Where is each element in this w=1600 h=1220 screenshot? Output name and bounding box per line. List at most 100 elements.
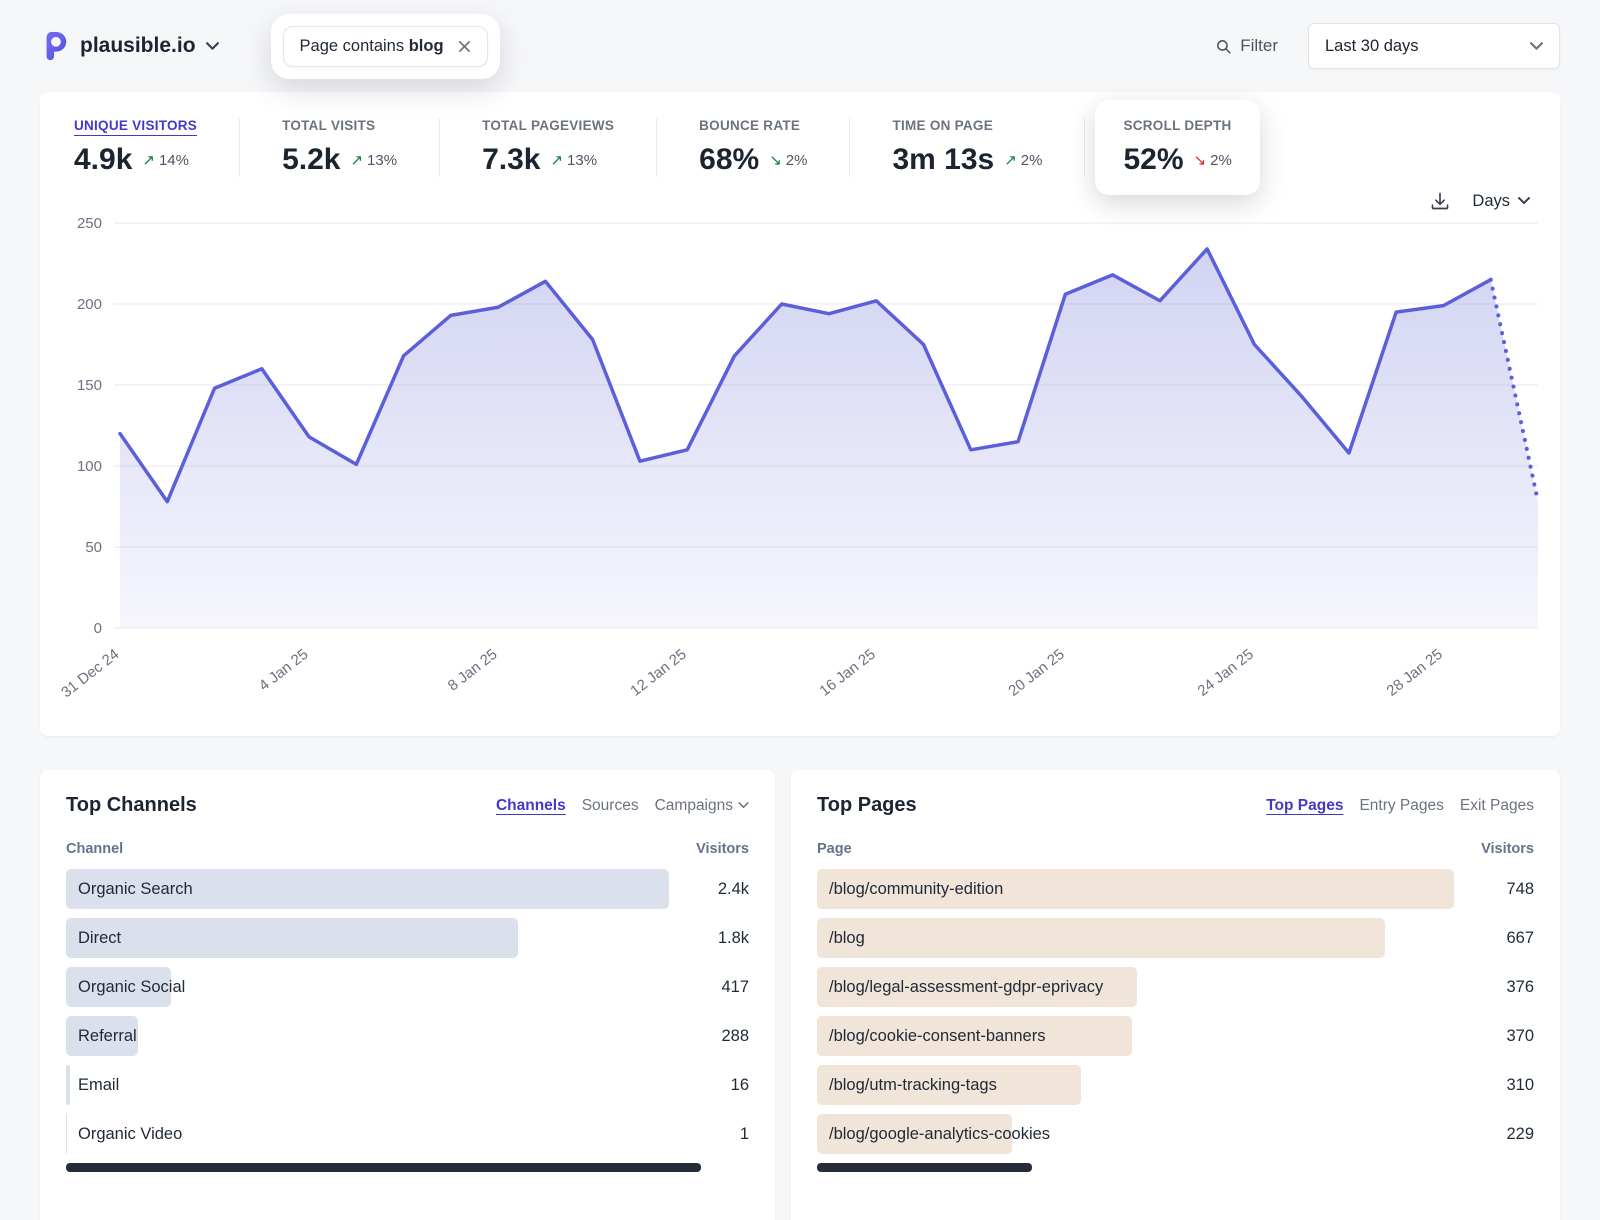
chevron-down-icon (206, 42, 219, 51)
arrow-up-icon: ↗ (142, 151, 155, 169)
metric-change: ↗13% (550, 151, 597, 169)
filter-button[interactable]: Filter (1215, 36, 1278, 56)
metric-label: TOTAL VISITS (282, 118, 397, 133)
row-visitors: 667 (1470, 929, 1534, 948)
row-label: /blog/cookie-consent-banners (817, 1027, 1045, 1046)
channels-list: Organic Search2.4k Direct1.8k Organic Soci… (66, 869, 749, 1154)
metric-total-visits[interactable]: TOTAL VISITS5.2k↗13% (239, 118, 439, 177)
row-visitors: 288 (685, 1027, 749, 1046)
metric-value: 7.3k (482, 143, 540, 177)
metric-change: ↗13% (350, 151, 397, 169)
row-label: Organic Search (66, 880, 193, 899)
metric-value: 52% (1123, 143, 1183, 177)
metric-bounce-rate[interactable]: BOUNCE RATE 68% ↘2% (656, 118, 849, 177)
metric-time-on-page[interactable]: TIME ON PAGE 3m 13s ↗2% (849, 118, 1085, 177)
metric-label: BOUNCE RATE (699, 118, 807, 133)
row-visitors: 310 (1470, 1076, 1534, 1095)
close-icon[interactable] (458, 40, 471, 53)
metric-label: UNIQUE VISITORS (74, 118, 197, 133)
row-label: Email (66, 1076, 119, 1095)
filter-pill-spotlight: Page contains blog (271, 14, 500, 79)
arrow-down-icon: ↘ (1194, 151, 1207, 169)
chevron-down-icon (1530, 42, 1543, 51)
arrow-up-icon: ↗ (1004, 151, 1017, 169)
metric-label: TIME ON PAGE (892, 118, 1042, 133)
row-label: Referral (66, 1027, 137, 1046)
card-title: Top Channels (66, 794, 197, 817)
tab-entry-pages[interactable]: Entry Pages (1359, 797, 1443, 815)
table-row[interactable]: /blog/community-edition748 (817, 869, 1534, 909)
topbar-right: Filter Last 30 days (1215, 23, 1560, 69)
metric-change: ↗2% (1004, 151, 1042, 169)
column-header-name: Channel (66, 841, 123, 857)
chevron-down-icon (1518, 197, 1530, 205)
chart-controls: Days (40, 181, 1560, 211)
plausible-logo-icon (40, 31, 70, 61)
chevron-down-icon (738, 802, 749, 809)
svg-text:4 Jan 25: 4 Jan 25 (256, 646, 312, 695)
row-visitors: 1 (685, 1125, 749, 1144)
metric-spotlight: SCROLL DEPTH52%↘2% (1095, 100, 1259, 195)
arrow-down-icon: ↘ (769, 151, 782, 169)
metric-unique-visitors[interactable]: UNIQUE VISITORS4.9k↗14% (74, 118, 239, 177)
svg-text:100: 100 (77, 458, 102, 475)
table-row[interactable]: Organic Search2.4k (66, 869, 749, 909)
date-range-select[interactable]: Last 30 days (1308, 23, 1560, 69)
interval-select[interactable]: Days (1472, 192, 1530, 211)
table-row[interactable]: Referral 288 (66, 1016, 749, 1056)
metric-label: TOTAL PAGEVIEWS (482, 118, 614, 133)
row-label: /blog/legal-assessment-gdpr-eprivacy (817, 978, 1103, 997)
table-row[interactable]: /blog/cookie-consent-banners 370 (817, 1016, 1534, 1056)
row-label: Organic Video (66, 1125, 182, 1144)
tab-exit-pages[interactable]: Exit Pages (1460, 797, 1534, 815)
filter-pill-text: Page contains blog (300, 37, 444, 56)
svg-text:28 Jan 25: 28 Jan 25 (1384, 646, 1446, 700)
row-label: /blog/google-analytics-cookies (817, 1125, 1050, 1144)
arrow-up-icon: ↗ (350, 151, 363, 169)
svg-text:150: 150 (77, 377, 102, 394)
column-headers: Channel Visitors (66, 841, 749, 857)
filter-button-label: Filter (1240, 36, 1278, 56)
page-filter-pill[interactable]: Page contains blog (283, 26, 488, 67)
row-visitors: 370 (1470, 1027, 1534, 1046)
download-export-button[interactable] (1430, 191, 1450, 211)
pages-card-tabs: Top Pages Entry Pages Exit Pages (1266, 797, 1534, 815)
table-row[interactable]: Organic Social417 (66, 967, 749, 1007)
table-row[interactable]: /blog/legal-assessment-gdpr-eprivacy 376 (817, 967, 1534, 1007)
table-row[interactable]: Direct1.8k (66, 918, 749, 958)
value-bar (817, 918, 1385, 958)
column-headers: Page Visitors (817, 841, 1534, 857)
svg-text:12 Jan 25: 12 Jan 25 (627, 646, 689, 700)
visitors-line-chart[interactable]: 05010015020025031 Dec 244 Jan 258 Jan 25… (40, 211, 1560, 736)
row-visitors: 748 (1470, 880, 1534, 899)
metric-value: 68% (699, 143, 759, 177)
svg-text:250: 250 (77, 215, 102, 232)
row-label: Organic Social (66, 978, 185, 997)
metric-total-pageviews[interactable]: TOTAL PAGEVIEWS 7.3k ↗13% (439, 118, 656, 177)
table-row[interactable]: /blog/utm-tracking-tags310 (817, 1065, 1534, 1105)
metric-scroll-depth[interactable]: SCROLL DEPTH52%↘2% (1123, 118, 1231, 177)
channels-card-tabs: Channels Sources Campaigns (496, 797, 749, 815)
table-row[interactable]: /blog 667 (817, 918, 1534, 958)
table-row[interactable]: Organic Video 1 (66, 1114, 749, 1154)
svg-text:50: 50 (85, 539, 102, 556)
value-bar (66, 918, 518, 958)
top-pages-card: Top Pages Top Pages Entry Pages Exit Pages… (791, 770, 1560, 1220)
row-label: /blog (817, 929, 865, 948)
tab-channels[interactable]: Channels (496, 797, 566, 815)
row-visitors: 376 (1470, 978, 1534, 997)
metric-value: 3m 13s (892, 143, 994, 177)
tab-top-pages[interactable]: Top Pages (1266, 797, 1343, 815)
tab-campaigns[interactable]: Campaigns (655, 797, 749, 815)
svg-text:20 Jan 25: 20 Jan 25 (1005, 646, 1067, 700)
metric-change: ↘2% (1194, 151, 1232, 169)
table-row[interactable]: Email16 (66, 1065, 749, 1105)
site-switcher[interactable]: plausible.io (40, 31, 219, 61)
clipped-row (817, 1163, 1032, 1172)
table-row[interactable]: /blog/google-analytics-cookies229 (817, 1114, 1534, 1154)
card-title: Top Pages (817, 794, 917, 817)
metric-change: ↗14% (142, 151, 189, 169)
site-name: plausible.io (80, 34, 196, 58)
tab-sources[interactable]: Sources (582, 797, 639, 815)
metric-change: ↘2% (769, 151, 807, 169)
